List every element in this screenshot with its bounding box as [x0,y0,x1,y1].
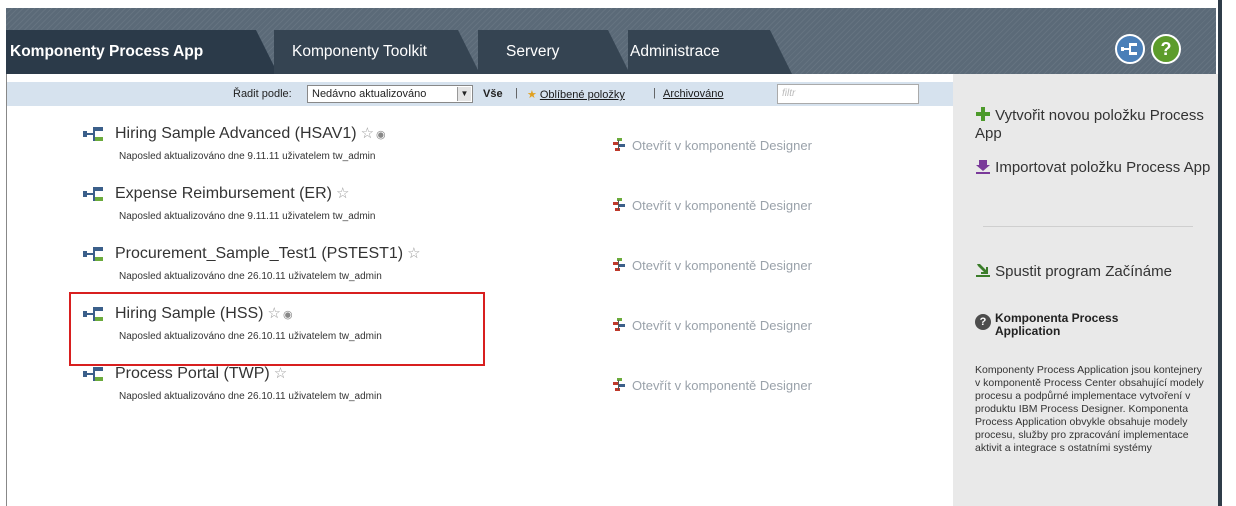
getting-started-link[interactable]: Spustit program Začínáme [975,262,1172,281]
tab-label: Administrace [630,43,720,60]
arrow-down-right-icon [976,264,990,277]
process-app-icon [83,247,103,261]
process-app-icon [83,187,103,201]
help-button[interactable]: ? [1151,34,1181,64]
top-nav-bar: Komponenty Process App Komponenty Toolki… [6,8,1216,74]
star-icon: ★ [527,89,537,101]
tab-label: Komponenty Toolkit [292,43,427,60]
tab-toolkits[interactable]: Komponenty Toolkit [274,30,480,74]
plus-icon [976,107,990,121]
designer-icon [613,258,625,271]
filter-favorites-label: Oblíbené položky [539,89,625,101]
tab-servers[interactable]: Servery [478,30,630,74]
help-icon: ? [1160,39,1172,59]
tab-process-apps[interactable]: Komponenty Process App [6,30,278,74]
app-last-updated: Naposled aktualizováno dne 26.10.11 uživ… [119,391,382,402]
import-label: Importovat položku Process App [995,159,1211,176]
sidebar: Vytvořit novou položku Process App Impor… [953,74,1218,506]
divider [983,226,1193,227]
tab-administration[interactable]: Administrace [628,30,792,74]
open-in-designer-link[interactable]: Otevřít v komponentě Designer [612,138,812,153]
app-last-updated: Naposled aktualizováno dne 9.11.11 uživa… [119,211,376,222]
favorite-star-icon[interactable]: ☆ [361,125,374,142]
app-title[interactable]: Process Portal (TWP) ☆ [115,364,287,383]
open-in-designer-link[interactable]: Otevřít v komponentě Designer [612,198,812,213]
process-app-icon [83,367,103,381]
chevron-down-icon[interactable]: ▼ [457,87,471,101]
tab-label: Servery [506,43,560,60]
designer-icon [613,378,625,391]
separator: | [653,87,656,99]
app-title[interactable]: Expense Reimbursement (ER) ☆ [115,184,349,203]
import-process-app-link[interactable]: Importovat položku Process App [975,158,1210,177]
designer-icon [613,138,625,151]
list-item[interactable]: Hiring Sample Advanced (HSAV1) ☆ ◉ Naposle… [7,124,953,184]
filter-bar: Řadit podle: Nedávno aktualizováno ▼ Vše… [7,82,953,106]
info-icon[interactable]: ◉ [376,129,386,141]
app-window: Komponenty Process App Komponenty Toolki… [0,0,1236,506]
separator: | [515,87,518,99]
filter-favorites[interactable]: ★ Oblíbené položky [527,88,625,101]
app-last-updated: Naposled aktualizováno dne 26.10.11 uživ… [119,271,382,282]
favorite-star-icon[interactable]: ☆ [336,185,349,202]
filter-archived[interactable]: Archivováno [663,88,724,100]
favorite-star-icon[interactable]: ☆ [274,365,287,382]
help-title: Komponenta Process Application [995,311,1119,338]
process-app-icon [1121,43,1137,55]
question-icon: ? [975,314,991,330]
sort-label: Řadit podle: [233,88,292,100]
filter-all[interactable]: Vše [483,88,503,100]
main-content: Řadit podle: Nedávno aktualizováno ▼ Vše… [6,74,953,506]
open-in-designer-link[interactable]: Otevřít v komponentě Designer [612,318,812,333]
create-label: Vytvořit novou položku Process App [975,107,1204,142]
import-icon [976,160,990,174]
list-item[interactable]: Expense Reimbursement (ER) ☆ Naposled akt… [7,184,953,244]
open-in-designer-link[interactable]: Otevřít v komponentě Designer [612,378,812,393]
app-title[interactable]: Procurement_Sample_Test1 (PSTEST1) ☆ [115,244,421,263]
process-app-icon [83,127,103,141]
window-right-border [1218,0,1222,506]
app-title[interactable]: Hiring Sample Advanced (HSAV1) ☆ ◉ [115,124,386,143]
app-last-updated: Naposled aktualizováno dne 9.11.11 uživa… [119,151,376,162]
open-in-designer-link[interactable]: Otevřít v komponentě Designer [612,258,812,273]
getting-started-label: Spustit program Začínáme [995,263,1172,280]
sort-select[interactable]: Nedávno aktualizováno ▼ [307,85,473,103]
list-item[interactable]: Process Portal (TWP) ☆ Naposled aktualizo… [7,364,953,424]
create-process-app-link[interactable]: Vytvořit novou položku Process App [975,106,1218,143]
highlight-box [69,292,485,366]
help-text: Komponenty Process Application jsou kont… [975,364,1204,454]
tab-label: Komponenty Process App [10,43,204,60]
favorite-star-icon[interactable]: ☆ [407,245,420,262]
sort-select-value: Nedávno aktualizováno [312,88,427,100]
designer-icon [613,318,625,331]
process-app-icon-button[interactable] [1115,34,1145,64]
filter-input[interactable]: filtr [777,84,919,104]
designer-icon [613,198,625,211]
